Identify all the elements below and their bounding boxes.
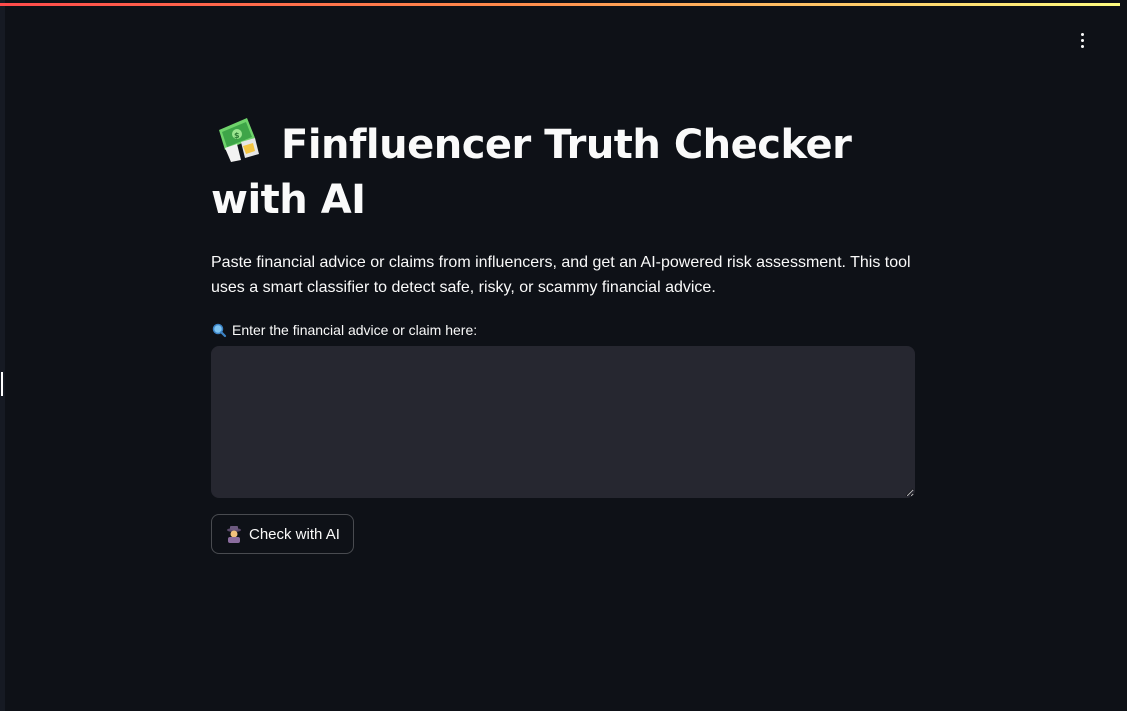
text-cursor xyxy=(1,372,3,396)
app-root: $ Finfluencer Truth Checker with AI Past… xyxy=(0,0,1127,711)
kebab-menu-icon[interactable] xyxy=(1068,28,1096,52)
magnifying-glass-icon xyxy=(212,323,227,338)
input-label-text: Enter the financial advice or claim here… xyxy=(232,322,478,338)
money-with-wings-icon: $ xyxy=(219,118,259,162)
advice-input[interactable] xyxy=(211,346,915,498)
description-text: Paste financial advice or claims from in… xyxy=(211,254,911,296)
check-with-ai-button[interactable]: Check with AI xyxy=(211,514,354,554)
page-title-text: Finfluencer Truth Checker with AI xyxy=(211,122,852,223)
check-button-label: Check with AI xyxy=(249,525,340,543)
top-decoration-stripe xyxy=(0,3,1120,6)
left-edge xyxy=(0,0,5,711)
main-content: $ Finfluencer Truth Checker with AI Past… xyxy=(211,118,915,554)
input-label: Enter the financial advice or claim here… xyxy=(211,322,915,338)
detective-icon xyxy=(227,526,241,543)
page-title: $ Finfluencer Truth Checker with AI xyxy=(211,118,915,228)
